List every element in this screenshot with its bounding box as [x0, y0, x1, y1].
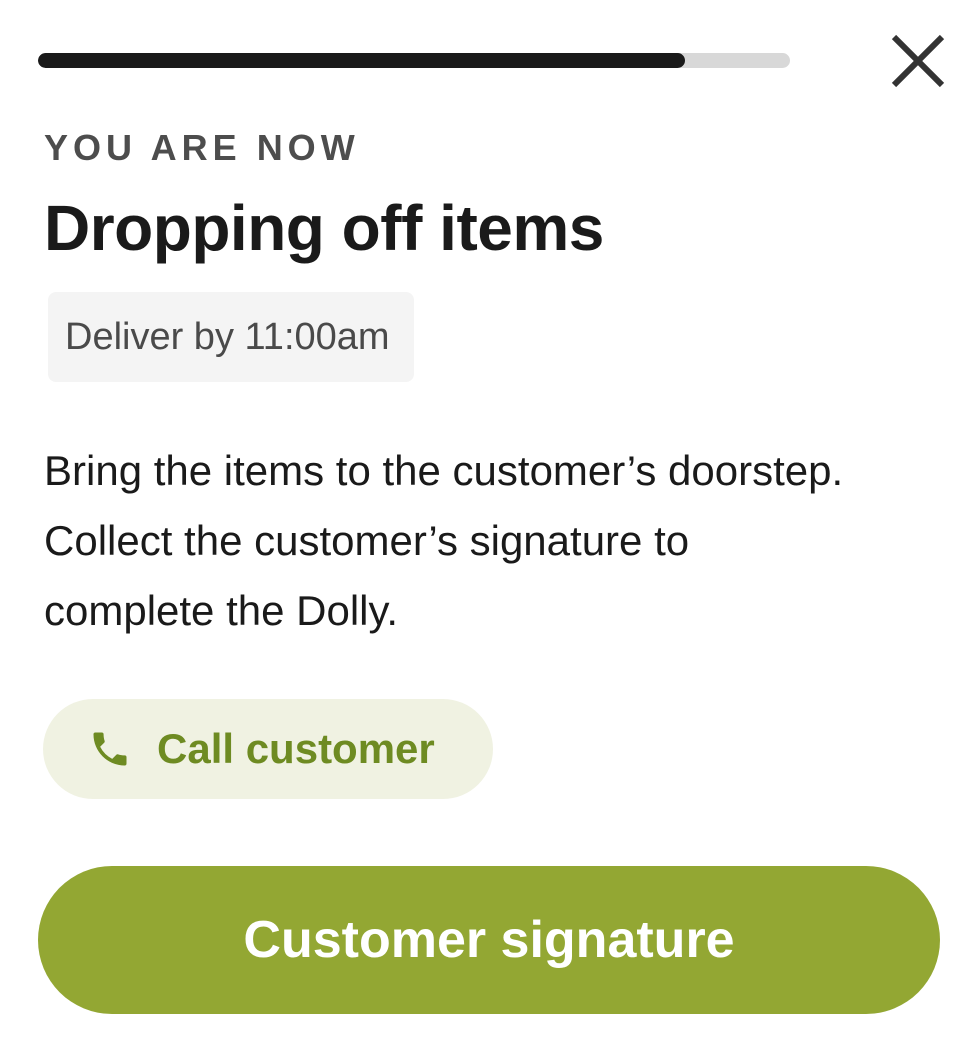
customer-signature-button[interactable]: Customer signature — [38, 866, 940, 1014]
page-title: Dropping off items — [44, 192, 604, 264]
progress-bar — [38, 53, 790, 68]
status-eyebrow: YOU ARE NOW — [44, 127, 360, 168]
call-customer-label: Call customer — [157, 725, 435, 772]
customer-signature-label: Customer signature — [243, 911, 735, 969]
close-button[interactable] — [880, 26, 956, 96]
deadline-text: Deliver by 11:00am — [65, 315, 390, 358]
call-customer-button[interactable]: Call customer — [43, 699, 493, 799]
close-icon — [890, 33, 946, 89]
deadline-badge: Deliver by 11:00am — [48, 292, 414, 382]
instructions-text: Bring the items to the customer’s doorst… — [44, 447, 844, 634]
progress-bar-fill — [38, 53, 685, 68]
phone-icon — [87, 726, 133, 772]
